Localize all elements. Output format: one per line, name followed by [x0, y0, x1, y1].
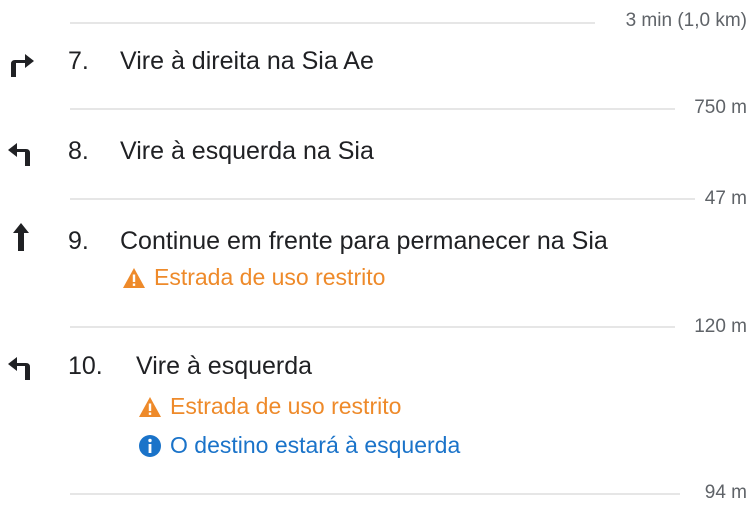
turn-left-icon	[8, 357, 30, 380]
step-distance: 47 m	[704, 188, 747, 209]
step-instruction: Vire à esquerda na Sia	[120, 137, 374, 165]
step-distance: 750 m	[694, 97, 747, 118]
restricted-road-note: Estrada de uso restrito	[138, 393, 401, 420]
step-7[interactable]: 7. Vire à direita na Sia Ae	[0, 44, 753, 84]
step-number: 7.	[68, 47, 89, 75]
step-instruction: Vire à direita na Sia Ae	[120, 47, 374, 75]
step-8[interactable]: 8. Vire à esquerda na Sia	[0, 134, 753, 174]
step-distance: 94 m	[704, 482, 747, 503]
info-icon	[139, 434, 161, 457]
divider	[70, 326, 675, 328]
turn-right-icon	[11, 54, 34, 77]
step-number: 10.	[68, 352, 103, 380]
step-number: 9.	[68, 227, 89, 255]
total-distance: 3 min (1,0 km)	[625, 10, 747, 31]
straight-arrow-icon	[13, 223, 29, 251]
warning-icon	[139, 396, 161, 417]
step-10[interactable]: 10. Vire à esquerda Estrada de uso restr…	[0, 348, 753, 468]
divider	[70, 198, 695, 200]
step-instruction: Vire à esquerda	[136, 352, 313, 380]
directions-panel: { "colors": { "warning": "#ee8a2a", "inf…	[0, 0, 753, 506]
step-number: 8.	[68, 137, 89, 165]
restricted-road-note: Estrada de uso restrito	[122, 264, 385, 291]
note-text: Estrada de uso restrito	[154, 264, 386, 290]
divider	[70, 108, 675, 110]
divider	[70, 493, 680, 495]
divider	[70, 22, 595, 24]
step-9[interactable]: 9. Continue em frente para permanecer na…	[0, 220, 753, 300]
destination-note: O destino estará à esquerda	[138, 432, 460, 459]
step-instruction: Continue em frente para permanecer na Si…	[120, 227, 608, 255]
note-text: Estrada de uso restrito	[170, 393, 402, 419]
note-text: O destino estará à esquerda	[170, 432, 461, 458]
step-distance: 120 m	[694, 316, 747, 337]
warning-icon	[123, 267, 145, 288]
turn-left-icon	[8, 143, 30, 166]
